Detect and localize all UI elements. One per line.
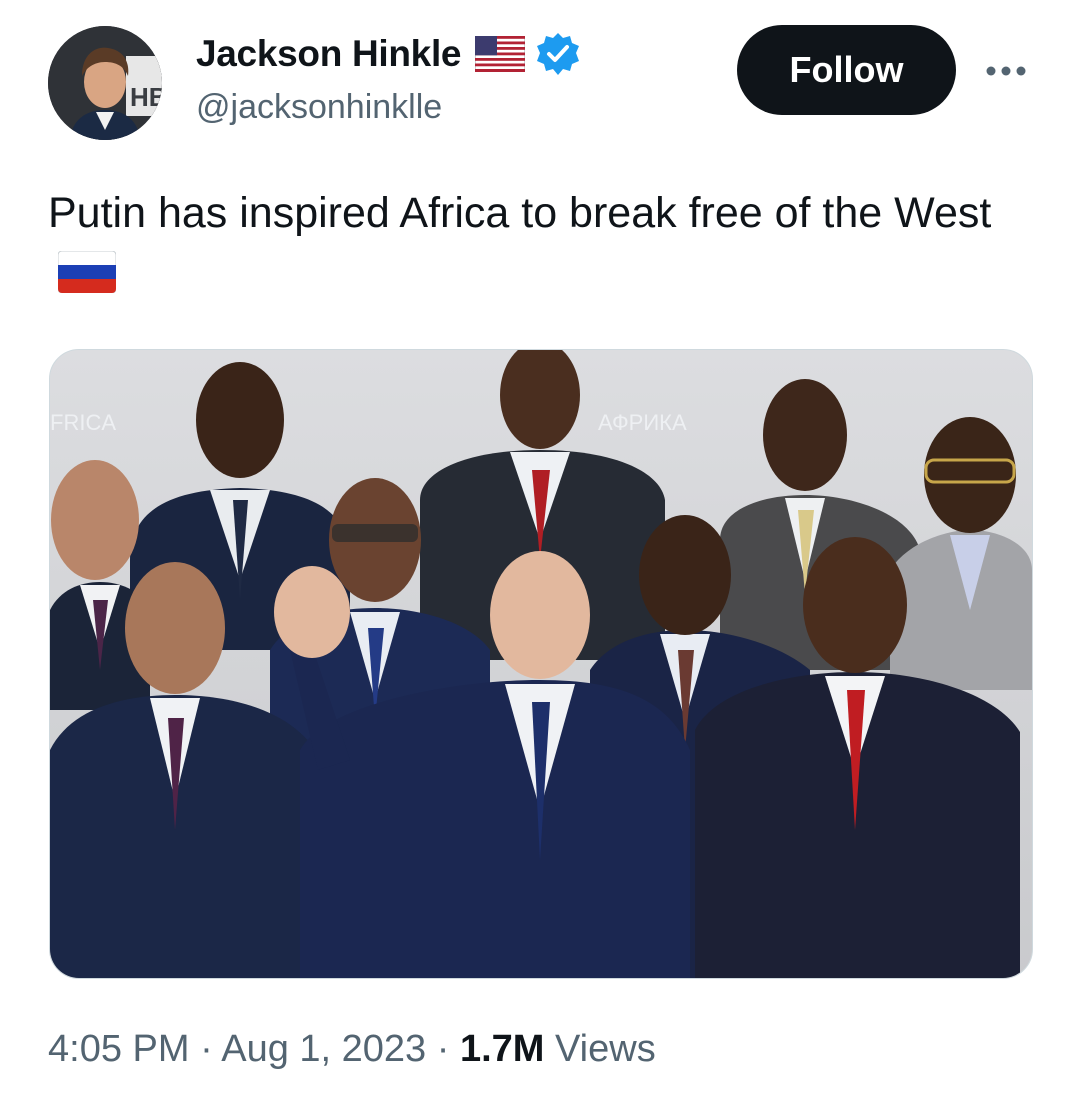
meta-separator: ·: [200, 1028, 213, 1070]
verified-badge-icon[interactable]: [535, 31, 581, 77]
avatar-backdrop-text: HB: [130, 82, 162, 112]
tweet-time[interactable]: 4:05 PM: [48, 1028, 190, 1070]
backdrop-text-left: FRICA: [50, 410, 116, 435]
tweet-date[interactable]: Aug 1, 2023: [221, 1028, 426, 1070]
us-flag-icon: [475, 36, 526, 72]
tweet-metadata: 4:05 PM · Aug 1, 2023 · 1.7M Views: [48, 1028, 656, 1071]
author-name-row: Jackson Hinkle: [196, 30, 581, 78]
author-display-name[interactable]: Jackson Hinkle: [196, 33, 462, 75]
tweet-text: Putin has inspired Africa to break free …: [48, 184, 1048, 300]
backdrop-text-center: АФРИКА: [598, 410, 687, 435]
russia-flag-icon: [58, 251, 116, 293]
more-options-icon[interactable]: [984, 56, 1028, 86]
follow-button[interactable]: Follow: [737, 25, 956, 115]
meta-separator: ·: [436, 1028, 450, 1070]
tweet-body: Putin has inspired Africa to break free …: [48, 189, 992, 237]
author-handle[interactable]: @jacksonhinklle: [196, 88, 442, 127]
group-photo: FRICA АФРИКА: [50, 350, 1032, 978]
views-count[interactable]: 1.7M: [460, 1028, 544, 1070]
avatar-photo: HB: [48, 26, 162, 140]
views-label: Views: [555, 1028, 656, 1070]
tweet-media-photo[interactable]: FRICA АФРИКА: [49, 349, 1033, 979]
avatar[interactable]: HB: [48, 26, 162, 140]
